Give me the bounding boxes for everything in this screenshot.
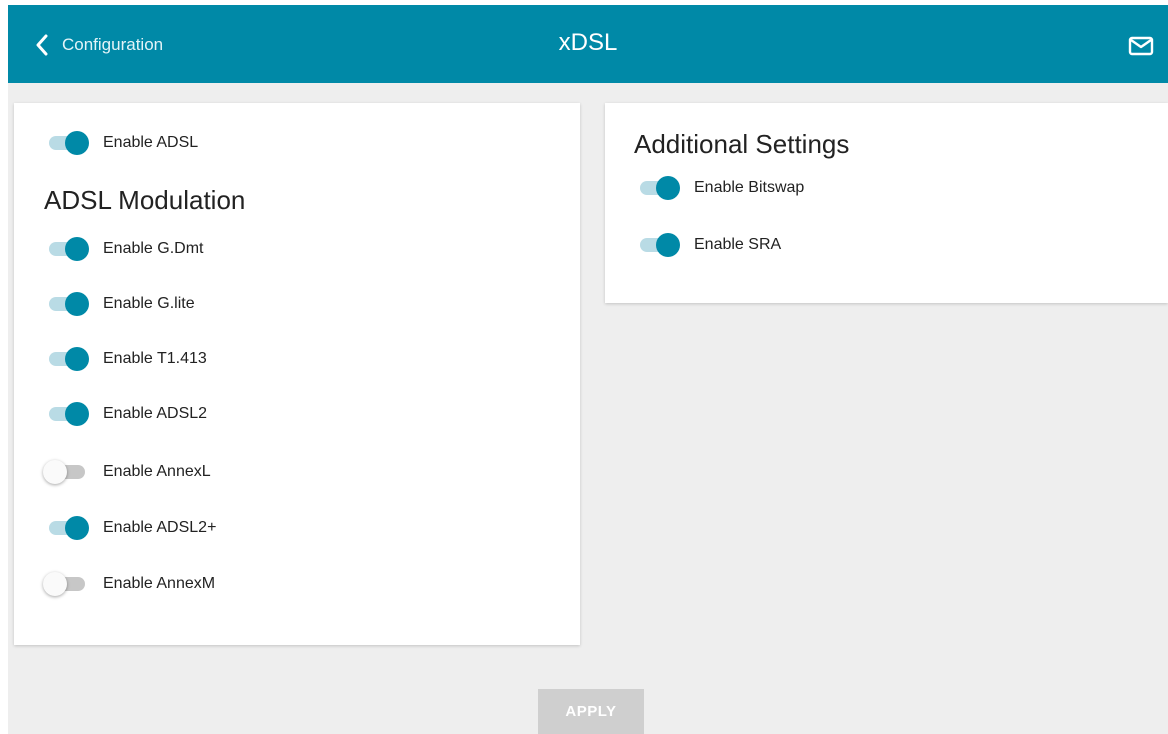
toggle-knob xyxy=(65,237,89,261)
enable-bitswap-toggle[interactable] xyxy=(634,176,680,200)
enable-annexm-label: Enable AnnexM xyxy=(103,575,216,592)
modulation-row-t1413: Enable T1.413 xyxy=(43,345,207,373)
modulation-row-annexl: Enable AnnexL xyxy=(43,458,211,486)
enable-adsl2plus-label: Enable ADSL2+ xyxy=(103,519,217,536)
modulation-row-adsl2plus: Enable ADSL2+ xyxy=(43,514,216,542)
enable-annexm-toggle[interactable] xyxy=(43,572,89,596)
enable-adsl-row: Enable ADSL xyxy=(43,129,198,157)
enable-adsl2plus-toggle[interactable] xyxy=(43,516,89,540)
toggle-knob xyxy=(43,460,67,484)
modulation-row-adsl2: Enable ADSL2 xyxy=(43,400,207,428)
enable-glite-toggle[interactable] xyxy=(43,292,89,316)
top-bar: Configuration xDSL xyxy=(8,5,1168,83)
enable-t1413-label: Enable T1.413 xyxy=(103,350,207,367)
toggle-knob xyxy=(43,572,67,596)
additional-settings-card: Additional Settings Enable Bitswap Enabl… xyxy=(605,103,1168,303)
enable-glite-label: Enable G.lite xyxy=(103,295,195,312)
apply-button[interactable]: APPLY xyxy=(538,689,644,734)
modulation-row-gdmt: Enable G.Dmt xyxy=(43,235,203,263)
setting-row-sra: Enable SRA xyxy=(634,231,781,259)
adsl-card: Enable ADSL ADSL Modulation Enable G.Dmt… xyxy=(14,103,580,645)
page-title: xDSL xyxy=(558,29,618,56)
adsl-modulation-heading: ADSL Modulation xyxy=(44,185,246,215)
toggle-knob xyxy=(65,292,89,316)
enable-adsl-toggle[interactable] xyxy=(43,131,89,155)
toggle-knob xyxy=(656,176,680,200)
modulation-row-annexm: Enable AnnexM xyxy=(43,570,215,598)
toggle-knob xyxy=(65,131,89,155)
enable-t1413-toggle[interactable] xyxy=(43,347,89,371)
enable-sra-label: Enable SRA xyxy=(694,236,782,253)
enable-bitswap-label: Enable Bitswap xyxy=(694,179,805,196)
additional-settings-heading: Additional Settings xyxy=(634,129,850,159)
enable-annexl-toggle[interactable] xyxy=(43,460,89,484)
toggle-knob xyxy=(656,233,680,257)
enable-adsl2-label: Enable ADSL2 xyxy=(103,405,208,422)
enable-sra-toggle[interactable] xyxy=(634,233,680,257)
enable-annexl-label: Enable AnnexL xyxy=(103,463,211,480)
content-area: Enable ADSL ADSL Modulation Enable G.Dmt… xyxy=(8,83,1168,734)
toggle-knob xyxy=(65,516,89,540)
mail-icon[interactable] xyxy=(1128,35,1154,57)
setting-row-bitswap: Enable Bitswap xyxy=(634,174,804,202)
enable-gdmt-toggle[interactable] xyxy=(43,237,89,261)
enable-adsl-label: Enable ADSL xyxy=(103,134,199,151)
enable-gdmt-label: Enable G.Dmt xyxy=(103,240,204,257)
modulation-row-glite: Enable G.lite xyxy=(43,290,195,318)
toggle-knob xyxy=(65,347,89,371)
toggle-knob xyxy=(65,402,89,426)
enable-adsl2-toggle[interactable] xyxy=(43,402,89,426)
